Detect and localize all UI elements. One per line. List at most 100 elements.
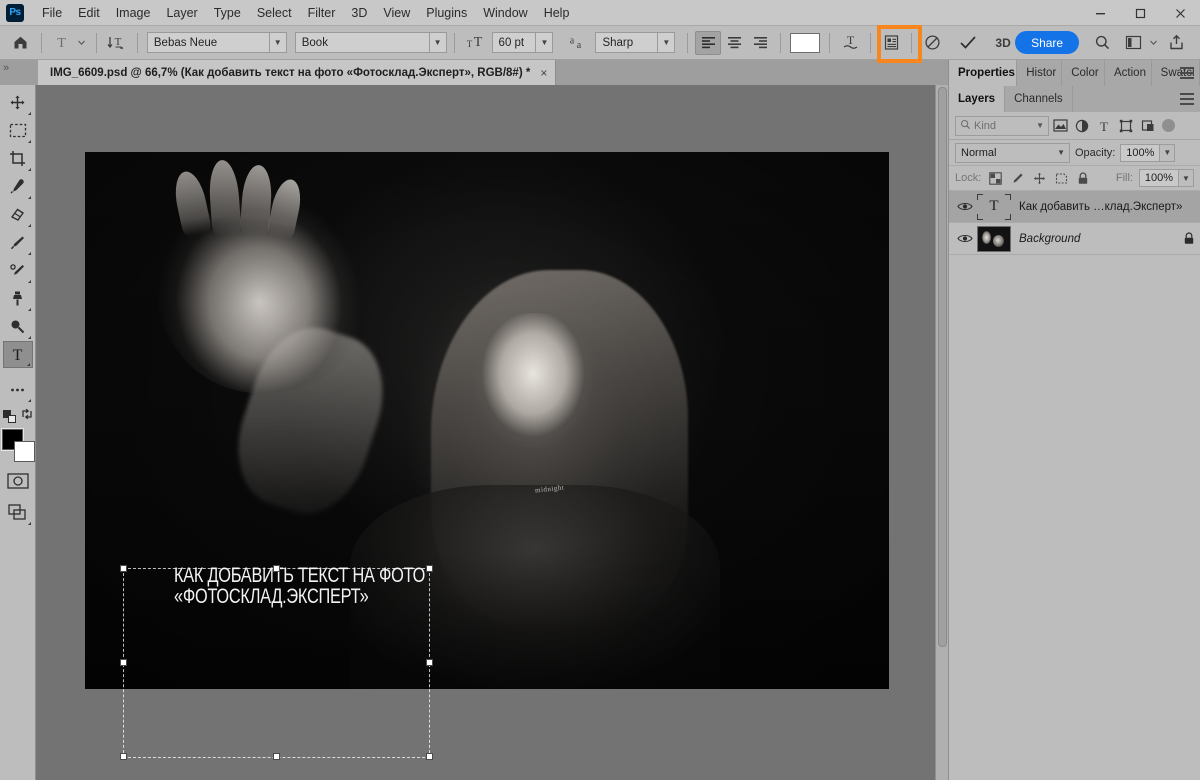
- filter-kind-select[interactable]: Kind ▼: [955, 115, 1049, 136]
- healing-brush-tool[interactable]: [3, 257, 33, 284]
- menu-3d[interactable]: 3D: [343, 3, 375, 23]
- default-colors-icon[interactable]: [2, 409, 16, 423]
- menu-plugins[interactable]: Plugins: [418, 3, 475, 23]
- layer-row-text[interactable]: T Как добавить …клад.Эксперт»: [949, 191, 1200, 223]
- lock-position-icon[interactable]: [1031, 170, 1047, 186]
- text-orientation-icon[interactable]: T: [104, 31, 130, 55]
- color-swatches[interactable]: [1, 429, 35, 462]
- close-tab-icon[interactable]: ×: [540, 66, 547, 80]
- eyedropper-tool[interactable]: [3, 173, 33, 200]
- warp-text-icon[interactable]: T: [837, 31, 863, 55]
- eye-icon[interactable]: [953, 233, 977, 244]
- home-icon[interactable]: [8, 31, 34, 55]
- menu-bar: File Edit Image Layer Type Select Filter 3D View…: [34, 3, 577, 23]
- search-icon[interactable]: [1089, 31, 1115, 55]
- overlay-text-layer[interactable]: КАК ДОБАВИТЬ ТЕКСТ НА ФОТО «ФОТОСКЛАД.ЭК…: [174, 565, 425, 608]
- document-image[interactable]: midnight КАК ДОБАВИТЬ ТЕКСТ НА ФОТО «ФОТ…: [85, 152, 889, 689]
- background-layer-thumbnail[interactable]: [977, 225, 1011, 252]
- menu-select[interactable]: Select: [249, 3, 300, 23]
- font-size-select[interactable]: 60 pt ▼: [491, 32, 554, 53]
- menu-image[interactable]: Image: [108, 3, 159, 23]
- opacity-value-field[interactable]: 100%: [1120, 143, 1161, 162]
- brush-tool[interactable]: [3, 229, 33, 256]
- eraser-tool[interactable]: [3, 201, 33, 228]
- clone-stamp-tool[interactable]: [3, 285, 33, 312]
- 3d-mode-button[interactable]: 3D: [991, 31, 1015, 55]
- menu-layer[interactable]: Layer: [158, 3, 205, 23]
- share-export-icon[interactable]: [1164, 31, 1190, 55]
- move-tool[interactable]: [3, 89, 33, 116]
- lock-image-pixels-icon[interactable]: [1009, 170, 1025, 186]
- layers-panel-menu-icon[interactable]: [1180, 93, 1194, 105]
- font-family-select[interactable]: Bebas Neue ▼: [146, 32, 287, 53]
- fill-value-field[interactable]: 100%: [1139, 169, 1179, 187]
- filter-toggle-switch[interactable]: [1162, 119, 1175, 132]
- adjustment-layers-filter-icon[interactable]: [1071, 116, 1093, 136]
- character-paragraph-panels-icon[interactable]: [878, 31, 904, 55]
- smart-object-filter-icon[interactable]: [1137, 116, 1159, 136]
- document-tab[interactable]: IMG_6609.psd @ 66,7% (Как добавить текст…: [38, 60, 557, 85]
- panel-tab-properties[interactable]: Properties: [949, 60, 1018, 86]
- layer-row-background[interactable]: Background: [949, 223, 1200, 255]
- fill-chevron-down-icon[interactable]: ▼: [1179, 169, 1194, 187]
- panel-tab-histor[interactable]: Histor: [1017, 60, 1063, 86]
- handle-bottom-center[interactable]: [273, 753, 280, 760]
- text-color-swatch[interactable]: [790, 32, 821, 53]
- opacity-chevron-down-icon[interactable]: ▼: [1160, 143, 1176, 162]
- workspace-switcher-icon[interactable]: [1120, 31, 1146, 55]
- tool-submenu-indicator: [27, 399, 31, 402]
- rectangular-marquee-tool[interactable]: [3, 117, 33, 144]
- menu-help[interactable]: Help: [536, 3, 578, 23]
- type-layers-filter-icon[interactable]: T: [1093, 116, 1115, 136]
- dodge-tool[interactable]: [3, 313, 33, 340]
- font-style-select[interactable]: Book ▼: [294, 32, 447, 53]
- panel-tab-color[interactable]: Color: [1062, 60, 1105, 86]
- lock-transparent-pixels-icon[interactable]: [987, 170, 1003, 186]
- eye-icon[interactable]: [953, 201, 977, 212]
- anti-aliasing-select[interactable]: Sharp ▼: [595, 32, 676, 53]
- menu-filter[interactable]: Filter: [300, 3, 344, 23]
- commit-edits-button[interactable]: [952, 29, 983, 57]
- chevron-down-icon[interactable]: [1146, 31, 1160, 55]
- align-left-button[interactable]: [695, 30, 722, 55]
- type-tool-preset-icon[interactable]: T: [49, 31, 75, 55]
- pixel-layers-filter-icon[interactable]: [1049, 116, 1071, 136]
- horizontal-type-tool[interactable]: T: [2, 341, 33, 368]
- menu-window[interactable]: Window: [475, 3, 535, 23]
- align-right-button[interactable]: [747, 31, 773, 55]
- screen-mode-icon[interactable]: [3, 499, 33, 526]
- blend-mode-select[interactable]: Normal ▼: [955, 142, 1070, 163]
- menu-type[interactable]: Type: [206, 3, 249, 23]
- background-color-swatch[interactable]: [13, 441, 35, 462]
- shape-layers-filter-icon[interactable]: [1115, 116, 1137, 136]
- panel-tab-action[interactable]: Action: [1105, 60, 1152, 86]
- menu-edit[interactable]: Edit: [70, 3, 108, 23]
- panel-tab-channels[interactable]: Channels: [1005, 86, 1073, 112]
- menu-file[interactable]: File: [34, 3, 70, 23]
- close-button[interactable]: [1160, 0, 1200, 26]
- cancel-edits-button[interactable]: [919, 31, 945, 55]
- handle-bottom-left[interactable]: [120, 753, 127, 760]
- edit-toolbar-button[interactable]: [3, 376, 33, 403]
- overlay-text-line-1: КАК ДОБАВИТЬ ТЕКСТ НА ФОТО: [174, 563, 426, 588]
- canvas-vertical-scrollbar[interactable]: [935, 85, 948, 780]
- canvas-area[interactable]: midnight КАК ДОБАВИТЬ ТЕКСТ НА ФОТО «ФОТ…: [36, 85, 948, 780]
- handle-bottom-right[interactable]: [426, 753, 433, 760]
- scrollbar-thumb[interactable]: [938, 87, 947, 647]
- collapse-panels-icon[interactable]: »: [3, 62, 9, 74]
- panel-menu-icon[interactable]: [1180, 67, 1194, 79]
- minimize-button[interactable]: [1080, 0, 1120, 26]
- quick-mask-mode-icon[interactable]: [3, 467, 33, 494]
- swap-colors-icon[interactable]: [21, 407, 33, 425]
- type-layer-thumbnail[interactable]: T: [977, 193, 1011, 220]
- tool-preset-chevron-icon[interactable]: [75, 31, 89, 55]
- lock-artboard-nesting-icon[interactable]: [1053, 170, 1069, 186]
- align-center-button[interactable]: [721, 31, 747, 55]
- lock-all-icon[interactable]: [1075, 170, 1091, 186]
- crop-tool[interactable]: [3, 145, 33, 172]
- share-button[interactable]: Share: [1015, 31, 1080, 54]
- maximize-button[interactable]: [1120, 0, 1160, 26]
- font-style-value: Book: [301, 36, 328, 49]
- panel-tab-layers[interactable]: Layers: [949, 86, 1006, 112]
- menu-view[interactable]: View: [375, 3, 418, 23]
